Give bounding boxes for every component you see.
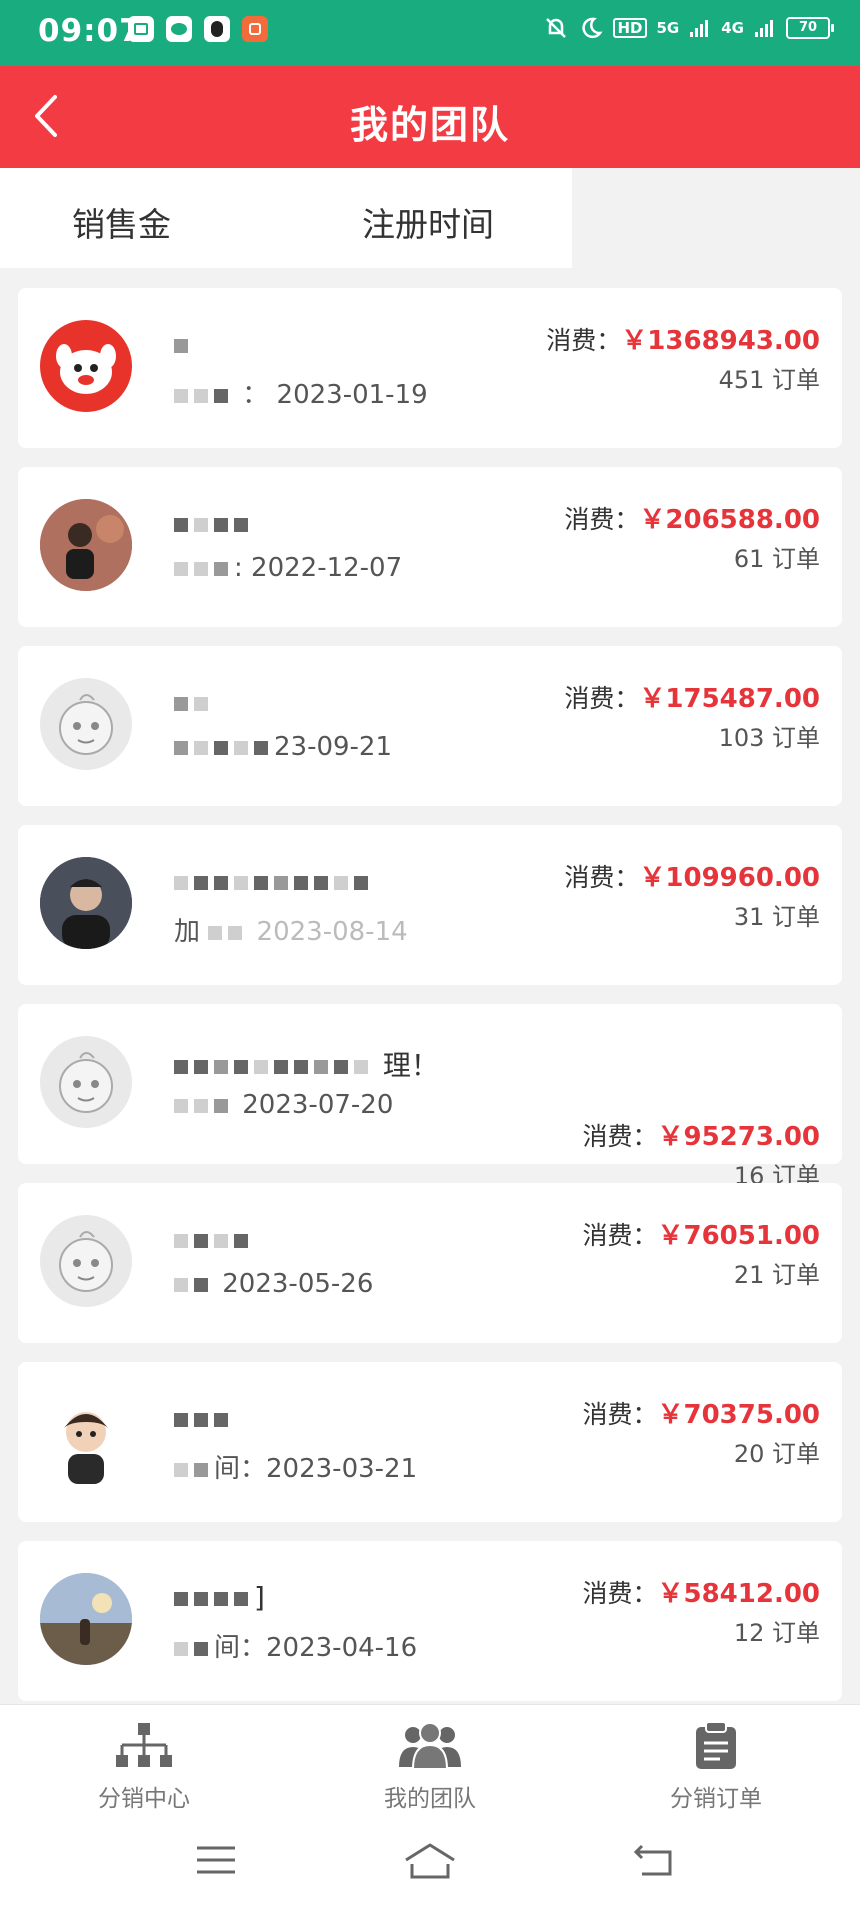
signal-4g: 4G [721,19,744,37]
qq-icon [204,16,230,42]
mute-bell-icon [546,18,567,38]
member-name [174,507,254,541]
page-title: 我的团队 [349,103,510,147]
tab-register-time[interactable]: 注册时间 [362,198,494,246]
member-card[interactable]: 理！ 2023-07-20 消费：￥95273.00 16 订单 [18,1004,842,1190]
member-name [174,1223,254,1257]
nav-my-team[interactable]: 我的团队 [330,1719,530,1813]
header-bar: 我的团队 [0,66,860,168]
spend-amount: ￥175487.00 [639,684,820,714]
nav-distribution-center[interactable]: 分销中心 [44,1719,244,1813]
order-count: 31 订单 [733,903,820,931]
spend-amount: ￥70375.00 [657,1400,820,1430]
nav-label: 我的团队 [384,1786,476,1812]
nav-label: 分销中心 [98,1786,190,1812]
member-card[interactable]: 加 2023-08-14 消费：￥109960.00 31 订单 [18,825,842,985]
register-date: 23-09-21 [174,732,392,762]
spend-info: 消费：￥109960.00 [564,863,820,893]
order-count: 20 订单 [733,1440,820,1468]
member-name [174,1402,234,1436]
register-date: ： 2023-01-19 [174,374,428,411]
avatar [40,499,132,591]
spend-info: 消费：￥1368943.00 [546,326,820,356]
order-count: 12 订单 [733,1619,820,1647]
tab-sales-amount[interactable]: 销售金 [72,198,171,246]
spend-info: 消费：￥95273.00 [582,1122,820,1152]
register-date: 2023-05-26 [174,1269,373,1299]
nav-label: 分销订单 [670,1786,762,1812]
register-date: : 2022-12-07 [174,553,402,583]
moon-icon [582,17,604,39]
member-name: ] [174,1581,265,1615]
clipboard-icon [696,1721,736,1769]
avatar [40,1036,132,1128]
order-count: 103 订单 [718,724,820,752]
notification-icons [128,16,268,42]
spend-info: 消费：￥206588.00 [564,505,820,535]
register-date: 2023-07-20 [174,1090,393,1120]
register-date: 间：2023-04-16 [174,1627,417,1664]
status-indicators: HD 5G 4G 70 [543,15,834,41]
org-chart-icon [116,1723,172,1767]
back-gesture-icon[interactable] [632,1842,676,1878]
app-notification-icon [128,16,154,42]
avatar [40,678,132,770]
order-count: 21 订单 [733,1261,820,1289]
avatar [40,320,132,412]
member-card[interactable]: ： 2023-01-19 消费：￥1368943.00 451 订单 [18,288,842,448]
status-bar: 09:07 HD 5G 4G 70 [0,0,860,66]
system-nav-bar [0,1814,860,1917]
avatar [40,1394,132,1486]
member-card[interactable]: 间：2023-03-21 消费：￥70375.00 20 订单 [18,1362,842,1522]
signal-bars-icon [755,20,773,37]
spend-info: 消费：￥58412.00 [582,1579,820,1609]
member-name [174,686,214,720]
register-date: 加 2023-08-14 [174,917,408,947]
spend-amount: ￥95273.00 [657,1122,820,1152]
avatar [40,1573,132,1665]
member-card[interactable]: ] 间：2023-04-16 消费：￥58412.00 12 订单 [18,1541,842,1701]
member-card[interactable]: 23-09-21 消费：￥175487.00 103 订单 [18,646,842,806]
member-name: 理！ [174,1044,439,1082]
member-card[interactable]: : 2022-12-07 消费：￥206588.00 61 订单 [18,467,842,627]
member-card[interactable]: 2023-05-26 消费：￥76051.00 21 订单 [18,1183,842,1343]
avatar [40,857,132,949]
home-icon[interactable] [402,1842,458,1880]
order-count: 61 订单 [733,545,820,573]
avatar [40,1215,132,1307]
hd-badge: HD [613,18,647,38]
register-date: 间：2023-03-21 [174,1448,417,1485]
battery-indicator: 70 [786,17,834,39]
spend-amount: ￥109960.00 [639,863,820,893]
spend-info: 消费：￥70375.00 [582,1400,820,1430]
spend-amount: ￥1368943.00 [621,326,820,356]
sort-tabs: 销售金 注册时间 [0,168,572,268]
nav-distribution-orders[interactable]: 分销订单 [616,1719,816,1813]
order-count: 451 订单 [718,366,820,394]
spend-info: 消费：￥175487.00 [564,684,820,714]
spend-info: 消费：￥76051.00 [582,1221,820,1251]
menu-icon[interactable] [195,1842,237,1878]
app-orange-icon [242,16,268,42]
spend-amount: ￥58412.00 [657,1579,820,1609]
team-icon [399,1722,461,1770]
member-name [174,328,194,362]
member-name [174,865,374,899]
signal-bars-icon [690,20,709,37]
spend-amount: ￥76051.00 [657,1221,820,1251]
signal-5g: 5G [656,19,680,37]
bottom-nav: 分销中心 我的团队 分销订单 [0,1704,860,1814]
spend-amount: ￥206588.00 [639,505,820,535]
wechat-icon [166,16,192,42]
status-time: 09:07 [38,13,142,49]
